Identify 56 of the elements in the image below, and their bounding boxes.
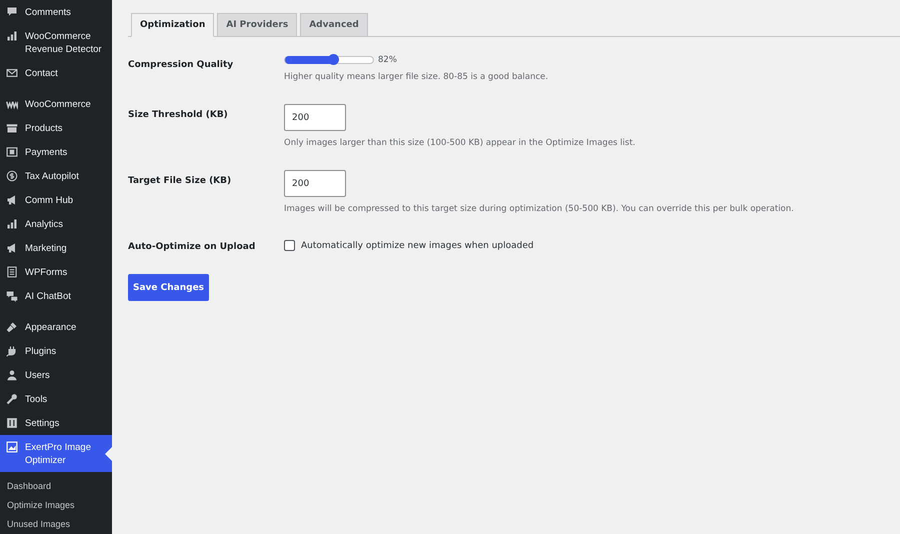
sidebar-item[interactable]: Comments — [0, 0, 112, 24]
sidebar-item[interactable]: Tools — [0, 387, 112, 411]
submenu-item[interactable]: Optimize Images — [0, 495, 112, 514]
bar-chart-icon — [6, 30, 18, 42]
paintbrush-icon — [6, 321, 18, 333]
sidebar-item[interactable]: Settings — [0, 411, 112, 435]
bar-chart-icon — [6, 218, 18, 230]
sidebar-item[interactable]: Contact — [0, 61, 112, 85]
sidebar-item[interactable]: ExertPro Image Optimizer — [0, 435, 112, 472]
setting-label: Compression Quality — [128, 59, 234, 72]
checkbox[interactable] — [284, 240, 295, 251]
chat-icon — [6, 290, 18, 302]
sidebar-item[interactable]: Payments — [0, 140, 112, 164]
settings-icon — [6, 417, 18, 429]
megaphone-icon — [6, 194, 18, 206]
checkbox-label[interactable]: Automatically optimize new images when uploaded — [301, 240, 534, 250]
megaphone-icon — [6, 242, 18, 254]
sidebar-item[interactable]: WooCommerce — [0, 92, 112, 116]
banknote-icon — [6, 146, 18, 158]
tab[interactable]: Optimization — [131, 13, 214, 37]
comment-icon — [6, 6, 18, 18]
tab[interactable]: AI Providers — [217, 13, 298, 37]
sidebar-item[interactable]: Marketing — [0, 236, 112, 260]
dollar-icon — [6, 170, 18, 182]
sidebar-item[interactable]: Analytics — [0, 212, 112, 236]
setting-label: Target File Size (KB) — [128, 175, 232, 188]
form-icon — [6, 266, 18, 278]
wrench-icon — [6, 393, 18, 405]
help-text: Higher quality means larger file size. 80-85 is a good balance. — [284, 72, 548, 82]
plug-icon — [6, 345, 18, 357]
help-text: Images will be compressed to this target size during optimization (50-500 KB). You can override this per bulk operation. — [284, 204, 794, 214]
submenu-item[interactable]: Dashboard — [0, 476, 112, 495]
envelope-icon — [6, 67, 18, 79]
slider-value: 82% — [378, 54, 397, 64]
tab[interactable]: Advanced — [300, 13, 368, 37]
submenu-item[interactable]: Unused Images — [0, 514, 112, 533]
help-text: Only images larger than this size (100-500 KB) appear in the Optimize Images list. — [284, 138, 636, 148]
sidebar-item[interactable]: WooCommerce Revenue Detector — [0, 24, 112, 61]
quality-slider[interactable] — [284, 54, 374, 65]
sidebar-item[interactable]: Products — [0, 116, 112, 140]
save-button[interactable]: Save Changes — [128, 274, 209, 301]
sidebar-item[interactable]: Plugins — [0, 339, 112, 363]
sidebar-item[interactable]: Comm Hub — [0, 188, 112, 212]
sidebar-item[interactable]: AI ChatBot — [0, 284, 112, 308]
number-field[interactable]: 200 — [284, 104, 346, 131]
number-field[interactable]: 200 — [284, 170, 346, 197]
setting-label: Auto-Optimize on Upload — [128, 241, 256, 252]
image-icon — [6, 441, 18, 453]
sidebar-item[interactable]: Users — [0, 363, 112, 387]
sidebar-item[interactable]: Tax Autopilot — [0, 164, 112, 188]
current-page-pointer — [105, 446, 112, 460]
user-icon — [6, 369, 18, 381]
box-icon — [6, 122, 18, 134]
sidebar-item[interactable]: Appearance — [0, 315, 112, 339]
setting-label: Size Threshold (KB) — [128, 109, 229, 122]
sidebar-item[interactable]: WPForms — [0, 260, 112, 284]
